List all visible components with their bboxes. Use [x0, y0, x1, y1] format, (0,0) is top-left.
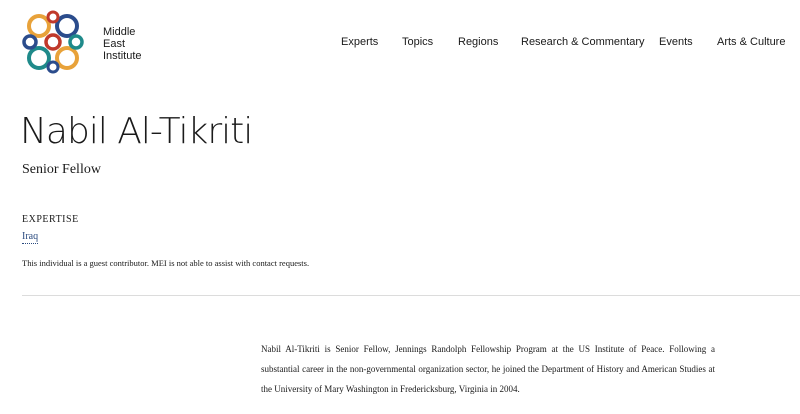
nav-research-commentary[interactable]: Research & Commentary	[521, 36, 645, 48]
divider	[22, 295, 800, 296]
nav-events[interactable]: Events	[659, 36, 693, 48]
main-nav: Experts Topics Regions Research & Commen…	[0, 36, 800, 50]
logo-line: Institute	[103, 50, 142, 62]
expertise-label: EXPERTISE	[22, 214, 79, 225]
nav-experts[interactable]: Experts	[341, 36, 378, 48]
nav-topics[interactable]: Topics	[402, 36, 433, 48]
nav-arts-culture[interactable]: Arts & Culture	[717, 36, 785, 48]
expertise-link-iraq[interactable]: Iraq	[22, 231, 39, 244]
page-title: Nabil Al-Tikriti	[20, 111, 253, 152]
bio-paragraph: Nabil Al-Tikriti is Senior Fellow, Jenni…	[261, 344, 715, 394]
guest-contributor-note: This individual is a guest contributor. …	[22, 258, 310, 268]
nav-regions[interactable]: Regions	[458, 36, 498, 48]
site-header: Middle East Institute Experts Topics Reg…	[0, 0, 800, 90]
person-title: Senior Fellow	[22, 162, 101, 177]
